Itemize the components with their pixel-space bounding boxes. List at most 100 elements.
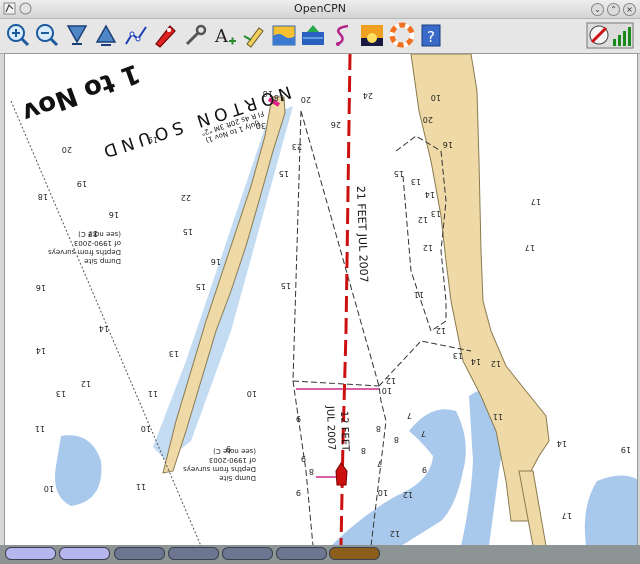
depth-sounding: 24 <box>363 91 373 100</box>
svg-text:A: A <box>214 26 229 47</box>
depth-sounding: 18 <box>38 192 48 201</box>
depth-sounding: 8 <box>361 446 366 455</box>
scale-out-icon[interactable] <box>93 22 119 49</box>
day-night-icon[interactable] <box>359 22 385 49</box>
depth-sounding: 13 <box>56 389 66 398</box>
depth-sounding: 10 <box>247 389 257 398</box>
area-limit-line <box>292 380 380 387</box>
area-limit-line <box>10 100 202 546</box>
maximize-icon[interactable]: ⌃ <box>607 3 620 16</box>
scale-in-icon[interactable] <box>64 22 90 49</box>
depth-sounding: 17 <box>562 511 572 520</box>
svg-text:Dump Site: Dump Site <box>84 257 121 265</box>
status-bar <box>0 545 640 564</box>
svg-text:of 1990-2003: of 1990-2003 <box>209 456 256 464</box>
depth-sounding: 7 <box>377 459 382 468</box>
depth-sounding: 26 <box>331 120 341 129</box>
depth-sounding: 19 <box>621 445 631 454</box>
depth-sounding: 14 <box>99 324 109 333</box>
depth-sounding: 11 <box>35 424 45 433</box>
settings-icon[interactable] <box>182 22 208 49</box>
zoom-out-icon[interactable] <box>34 22 60 49</box>
main-toolbar: A ? <box>0 19 640 54</box>
depth-sounding: 12 <box>418 215 428 224</box>
chart-bar-key[interactable] <box>168 547 219 560</box>
shallow-water-area <box>584 475 637 546</box>
depth-sounding: 7 <box>407 411 412 420</box>
minimize-icon[interactable]: ⌄ <box>591 3 604 16</box>
chart-canvas[interactable]: 1 to Nov NORTON SOUND 21 FEET JUL 2007 1… <box>4 53 638 547</box>
svg-text:Dump Site: Dump Site <box>219 474 256 482</box>
depth-sounding: 14 <box>36 346 46 355</box>
depth-sounding: 19 <box>77 179 87 188</box>
depth-sounding: 8 <box>376 424 381 433</box>
help-icon[interactable]: ? <box>418 22 444 49</box>
depth-sounding: 20 <box>423 115 433 124</box>
depth-sounding: 15 <box>183 227 193 236</box>
ship-follow-icon[interactable] <box>152 22 178 49</box>
svg-text:Depths from surveys: Depths from surveys <box>183 465 256 473</box>
svg-text:?: ? <box>427 28 435 46</box>
chart-bar-key[interactable] <box>276 547 327 560</box>
shallow-water-area <box>331 409 466 546</box>
chart-bar-key[interactable] <box>5 547 56 560</box>
depth-sounding: 9 <box>296 488 301 497</box>
close-icon[interactable]: × <box>623 3 636 16</box>
depth-sounding: 13 <box>453 351 463 360</box>
svg-text:(see note C): (see note C) <box>78 230 121 238</box>
shallow-water-area <box>55 435 102 506</box>
depth-sounding: 19 <box>148 135 158 144</box>
depth-sounding: 7 <box>421 429 426 438</box>
track-icon[interactable] <box>330 22 356 49</box>
depth-sounding: 11 <box>136 482 146 491</box>
depth-sounding: 10 <box>44 484 54 493</box>
depth-sounding: 9 <box>301 454 306 463</box>
depth-sounding: 10 <box>382 386 392 395</box>
status-indicator-icon[interactable] <box>586 22 634 49</box>
chart-bar-key-current[interactable] <box>329 547 380 560</box>
chart-bar-key[interactable] <box>222 547 273 560</box>
depth-sounding: 9 <box>296 414 301 423</box>
depth-sounding: 8 <box>394 435 399 444</box>
depth-sounding: 17 <box>525 243 535 252</box>
depth-sounding: 16 <box>211 257 221 266</box>
depth-sounding: 15 <box>196 282 206 291</box>
text-icon[interactable]: A <box>212 22 238 49</box>
jetty-land <box>162 96 286 474</box>
depth-sounding: 11 <box>148 389 158 398</box>
depth-sounding: 10 <box>378 488 388 497</box>
channel-limit-line <box>292 110 314 546</box>
depth-sounding: 17 <box>88 229 98 238</box>
depth-sounding: 12 <box>403 490 413 499</box>
measure-icon[interactable] <box>241 22 267 49</box>
depth-sounding: 12 <box>423 243 433 252</box>
chart-bar-key[interactable] <box>59 547 110 560</box>
mob-icon[interactable] <box>389 22 415 49</box>
depth-sounding: 12 <box>390 529 400 538</box>
route-icon[interactable] <box>123 22 149 49</box>
chart-label-12-feet: 12 FEET <box>338 411 350 453</box>
depth-sounding: 30 <box>256 121 266 130</box>
depth-sounding: 13 <box>411 177 421 186</box>
svg-text:(see note C): (see note C) <box>213 447 256 455</box>
title-bar: OpenCPN ⌄ ⌃ × <box>0 0 640 19</box>
window-title: OpenCPN <box>294 2 346 15</box>
chart-label-21-feet: 21 FEET JUL 2007 <box>354 186 370 283</box>
depth-sounding: 11 <box>414 290 424 299</box>
current-icon[interactable] <box>300 22 326 49</box>
zoom-in-icon[interactable] <box>5 22 31 49</box>
depth-sounding: 15 <box>281 281 291 290</box>
depth-sounding: 9 <box>422 465 427 474</box>
depth-sounding: 10 <box>141 424 151 433</box>
depth-sounding: 13 <box>431 209 441 218</box>
depth-sounding: 12 <box>436 326 446 335</box>
depth-sounding: 13 <box>169 349 179 358</box>
tide-icon[interactable] <box>271 22 297 49</box>
svg-text:Depths from surveys: Depths from surveys <box>48 248 121 256</box>
chart-bar-key[interactable] <box>114 547 165 560</box>
depth-sounding: 20 <box>62 145 72 154</box>
dump-site-note: Dump Site Depths from surveys of 1990-20… <box>183 447 256 482</box>
depth-sounding: 12 <box>386 376 396 385</box>
depth-sounding: 12 <box>81 379 91 388</box>
depth-sounding: 18 <box>274 93 284 102</box>
